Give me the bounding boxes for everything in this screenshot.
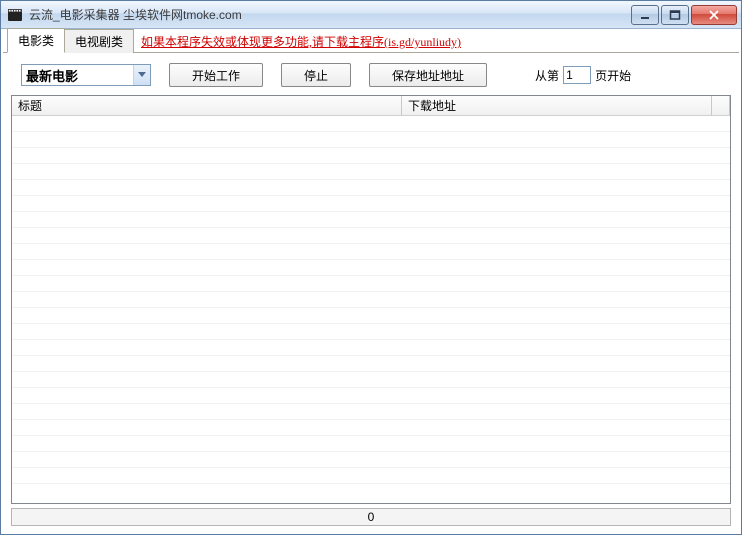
tabstrip: 电影类 电视剧类 如果本程序失效或体现更多功能,请下载主程序(is.gd/yun… (3, 31, 739, 53)
column-download[interactable]: 下载地址 (402, 96, 712, 115)
list-row (12, 196, 730, 212)
progress-value: 0 (368, 510, 375, 524)
list-row (12, 324, 730, 340)
list-row (12, 308, 730, 324)
chevron-down-icon (133, 65, 150, 85)
window-title: 云流_电影采集器 尘埃软件网tmoke.com (29, 6, 631, 23)
dropdown-value: 最新电影 (22, 66, 133, 85)
close-button[interactable] (691, 5, 737, 25)
stop-button[interactable]: 停止 (281, 63, 351, 87)
listview-body (12, 116, 730, 503)
list-row (12, 148, 730, 164)
list-row (12, 436, 730, 452)
titlebar[interactable]: 云流_电影采集器 尘埃软件网tmoke.com (1, 1, 741, 29)
page-start-group: 从第 页开始 (535, 66, 631, 84)
list-row (12, 292, 730, 308)
category-dropdown[interactable]: 最新电影 (21, 64, 151, 86)
save-address-button[interactable]: 保存地址地址 (369, 63, 487, 87)
list-row (12, 244, 730, 260)
column-spacer (712, 96, 730, 115)
list-row (12, 260, 730, 276)
list-row (12, 356, 730, 372)
minimize-button[interactable] (631, 5, 659, 25)
page-number-input[interactable] (563, 66, 591, 84)
list-row (12, 132, 730, 148)
page-suffix-label: 页开始 (595, 67, 631, 84)
app-icon (7, 7, 23, 23)
progress-bar: 0 (11, 508, 731, 526)
listview-header: 标题 下载地址 (12, 96, 730, 116)
list-row (12, 452, 730, 468)
download-main-link[interactable]: 如果本程序失效或体现更多功能,请下载主程序(is.gd/yunliudy) (133, 30, 461, 53)
list-row (12, 180, 730, 196)
list-row (12, 468, 730, 484)
tab-movie[interactable]: 电影类 (7, 28, 65, 53)
list-row (12, 116, 730, 132)
list-row (12, 404, 730, 420)
column-title[interactable]: 标题 (12, 96, 402, 115)
list-row (12, 388, 730, 404)
list-row (12, 340, 730, 356)
list-row (12, 164, 730, 180)
results-listview[interactable]: 标题 下载地址 (11, 95, 731, 504)
list-row (12, 420, 730, 436)
tab-tv[interactable]: 电视剧类 (64, 29, 134, 53)
page-prefix-label: 从第 (535, 67, 559, 84)
list-row (12, 276, 730, 292)
maximize-button[interactable] (661, 5, 689, 25)
start-button[interactable]: 开始工作 (169, 63, 263, 87)
list-row (12, 372, 730, 388)
list-row (12, 212, 730, 228)
toolbar: 最新电影 开始工作 停止 保存地址地址 从第 页开始 (3, 53, 739, 95)
list-row (12, 228, 730, 244)
